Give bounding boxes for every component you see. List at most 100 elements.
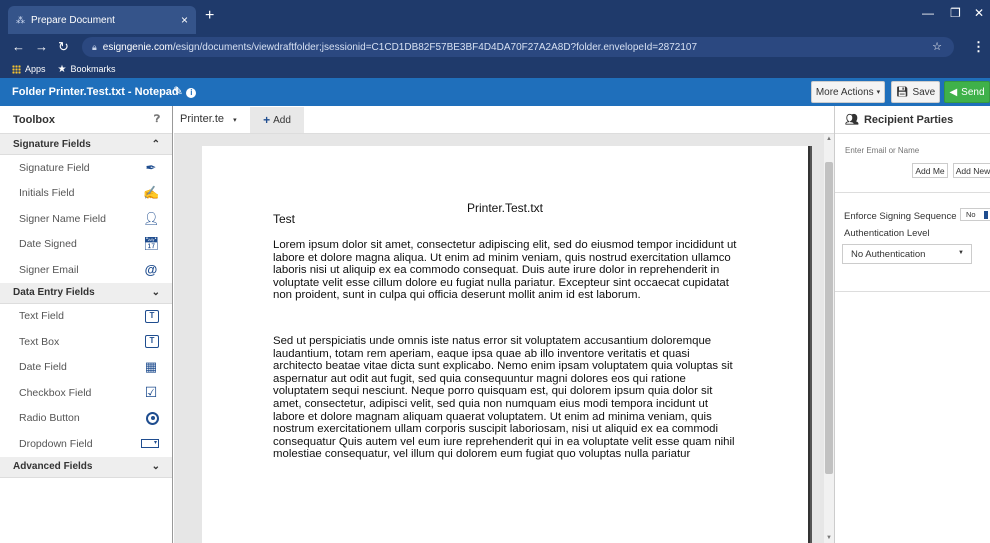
bookmark-apps-label: Apps [25,64,46,74]
document-tab-bar: Printer.te ▾ + Add [174,106,834,134]
apps-grid-icon [12,64,21,74]
field-label: Date Field [19,361,67,374]
section-data-entry-fields[interactable]: Data Entry Fields ⌄ [0,282,172,304]
field-signature[interactable]: Signature Field ✒ [0,155,172,181]
save-button[interactable]: 💾︎ Save [891,81,940,103]
url-field[interactable]: 🔒︎ esigngenie.com /esign/documents/viewd… [82,37,954,57]
url-host: esigngenie.com [102,41,173,53]
enforce-sequence-toggle[interactable]: No [960,208,990,221]
caret-down-icon: ▾ [876,89,881,96]
folder-title: Folder Printer.Test.txt - Notepad [12,86,179,98]
browser-menu-icon[interactable]: ⋮ [972,39,985,55]
field-label: Checkbox Field [19,386,92,399]
field-label: Date Signed [19,238,77,251]
field-initials[interactable]: Initials Field ✍ [0,181,172,207]
bookmark-bookmarks[interactable]: ★ Bookmarks [58,64,116,75]
auth-level-select[interactable]: No Authentication ▼ [842,244,972,264]
user-icon: 👤︎ [143,210,160,226]
add-me-button[interactable]: Add Me [912,163,948,178]
forward-icon[interactable]: → [35,39,48,54]
edit-pencil-icon[interactable]: ✎ [173,84,183,98]
scroll-down-icon[interactable]: ▼ [826,535,832,541]
text-box-icon: T [145,335,159,349]
app-header: Folder Printer.Test.txt - Notepad ✎ i Mo… [0,78,990,106]
reload-icon[interactable]: ↻ [58,39,69,55]
section-label: Data Entry Fields [13,287,95,298]
field-text-box[interactable]: Text Box T [0,329,172,355]
field-signer-name[interactable]: Signer Name Field 👤︎ [0,206,172,232]
caret-down-icon: ▼ [958,250,964,256]
esign-favicon-icon: ⁂ [16,14,25,25]
minimize-icon[interactable]: — [922,6,934,20]
enforce-sequence-label: Enforce Signing Sequence [844,211,957,222]
toggle-knob [984,211,988,219]
at-sign-icon: @ [144,262,158,278]
field-label: Signature Field [19,161,90,174]
chevron-down-icon: ⌄ [151,287,160,298]
scroll-up-icon[interactable]: ▲ [826,136,832,142]
field-date-signed[interactable]: Date Signed 📅︎ [0,232,172,258]
field-text-field[interactable]: Text Field T [0,304,172,330]
divider [835,192,990,193]
tab-close-icon[interactable]: × [181,13,188,27]
calendar-check-icon: 📅︎ [143,236,160,252]
section-advanced-fields[interactable]: Advanced Fields ⌄ [0,456,172,478]
field-signer-email[interactable]: Signer Email @ [0,257,172,283]
recipient-header: 👥︎ Recipient Parties [835,106,990,134]
field-label: Signer Name Field [19,212,106,225]
field-dropdown[interactable]: Dropdown Field ▾ [0,431,172,457]
field-label: Signer Email [19,263,79,276]
field-label: Text Field [19,310,64,323]
recipient-email-input[interactable] [845,146,990,155]
document-paragraph-1: Lorem ipsum dolor sit amet, consectetur … [273,239,737,302]
auth-level-label: Authentication Level [844,228,930,239]
back-icon[interactable]: ← [12,39,25,54]
document-tab-current[interactable]: Printer.te ▾ [180,113,237,125]
close-window-icon[interactable]: ✕ [974,6,984,20]
more-actions-button[interactable]: More Actions ▾ [811,81,885,103]
scroll-thumb[interactable] [825,162,833,474]
toolbox-sidebar: Toolbox ❓︎ Signature Fields ⌃ Signature … [0,106,173,543]
url-path: /esign/documents/viewdraftfolder;jsessio… [172,41,698,53]
more-actions-label: More Actions [815,86,874,98]
new-tab-button[interactable]: + [205,8,214,24]
document-page[interactable]: Printer.Test.txt Test Lorem ipsum dolor … [202,146,808,543]
browser-tab[interactable]: ⁂ Prepare Document × [8,6,196,34]
send-button[interactable]: ◀ Send [944,81,990,103]
add-document-button[interactable]: + Add [250,107,304,133]
field-label: Radio Button [19,412,80,425]
field-radio-button[interactable]: Radio Button [0,406,172,432]
document-viewer[interactable]: Printer.Test.txt Test Lorem ipsum dolor … [174,134,824,543]
document-heading: Test [273,212,296,226]
bookmark-bookmarks-label: Bookmarks [70,64,116,74]
document-scrollbar[interactable]: ▲ ▼ [824,134,834,543]
help-icon[interactable]: ❓︎ [154,114,160,125]
toggle-state: No [966,210,976,219]
maximize-icon[interactable]: ❐ [950,6,961,20]
add-new-button[interactable]: Add New [953,163,990,178]
field-label: Text Box [19,335,60,348]
send-label: Send [961,86,985,98]
section-label: Advanced Fields [13,461,93,472]
floppy-disk-icon: 💾︎ [895,86,909,98]
address-bar-row: ← → ↻ 🔒︎ esigngenie.com /esign/documents… [0,34,990,60]
toolbox-header: Toolbox ❓︎ [0,106,172,134]
section-label: Signature Fields [13,138,91,150]
text-field-icon: T [145,309,159,323]
bookmarks-bar: Apps ★ Bookmarks [0,60,990,78]
bookmark-star-icon[interactable]: ☆ [932,40,942,53]
field-checkbox[interactable]: Checkbox Field ☑ [0,380,172,406]
send-arrow-icon: ◀ [949,86,958,98]
toolbox-title: Toolbox [13,113,55,126]
checkbox-icon: ☑ [144,384,158,401]
people-icon: 👥︎ [845,114,859,126]
chevron-down-icon: ⌄ [151,461,160,472]
field-date-field[interactable]: Date Field ▦ [0,355,172,381]
section-signature-fields[interactable]: Signature Fields ⌃ [0,134,172,155]
info-icon[interactable]: i [186,88,197,98]
dropdown-icon: ▾ [141,439,159,449]
browser-titlebar: ⁂ Prepare Document × + — ❐ ✕ [0,0,990,34]
document-paragraph-2: Sed ut perspiciatis unde omnis iste natu… [273,335,735,461]
auth-level-value: No Authentication [851,248,926,260]
bookmark-apps[interactable]: Apps [12,64,46,74]
